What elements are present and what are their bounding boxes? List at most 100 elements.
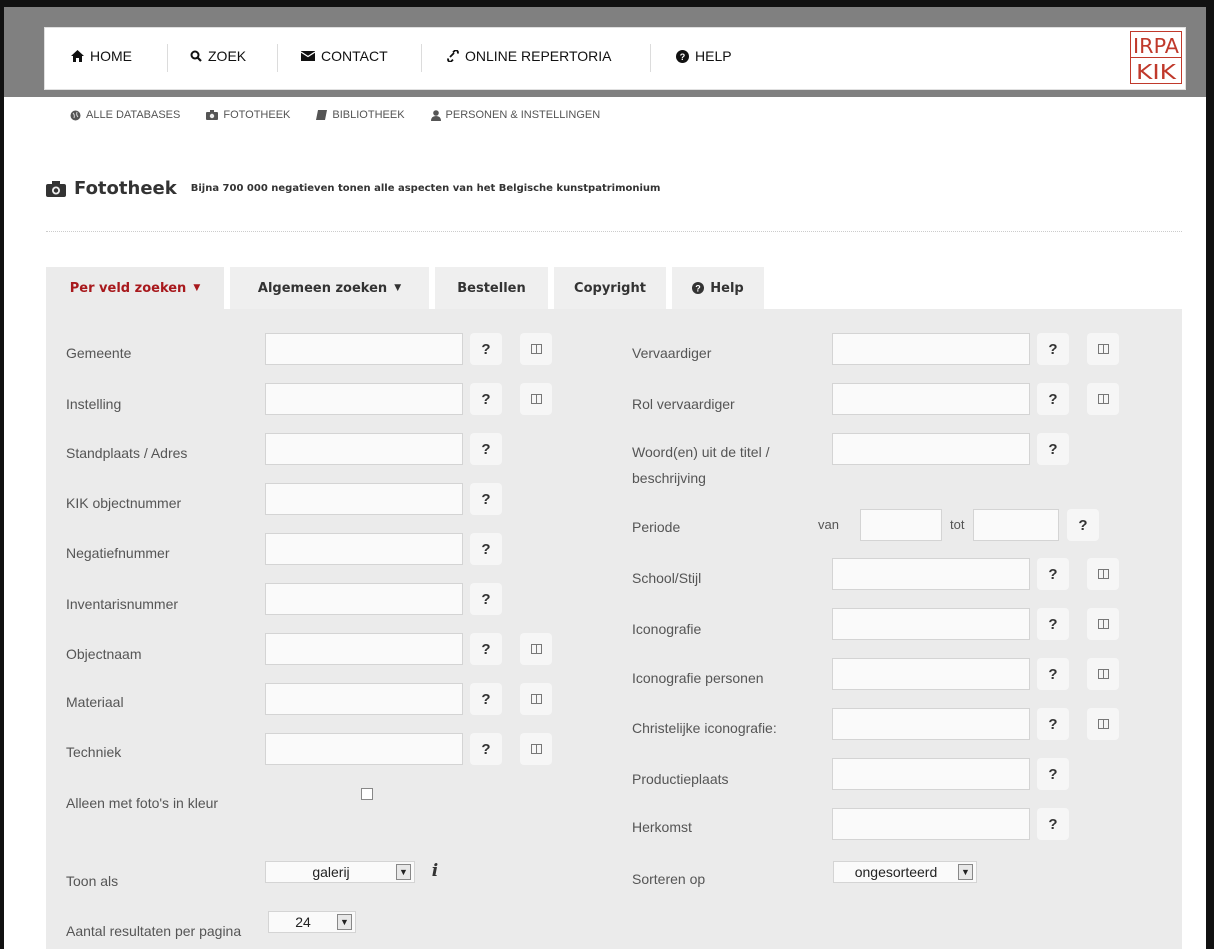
nav-home[interactable]: HOME bbox=[71, 48, 132, 64]
christelijke-help-button[interactable]: ? bbox=[1037, 708, 1069, 740]
periode-van-input[interactable] bbox=[860, 509, 942, 541]
subnav-alle-databases[interactable]: ALLE DATABASES bbox=[70, 109, 180, 121]
gemeente-input[interactable] bbox=[265, 333, 463, 365]
tab-per-veld-label: Per veld zoeken bbox=[69, 280, 187, 296]
christelijke-iconografie-input[interactable] bbox=[832, 708, 1030, 740]
iconografie-thesaurus-button[interactable] bbox=[1087, 608, 1119, 640]
label-kik-objectnummer: KIK objectnummer bbox=[66, 495, 182, 511]
techniek-thesaurus-button[interactable] bbox=[520, 733, 552, 765]
label-rol-vervaardiger: Rol vervaardiger bbox=[632, 396, 735, 412]
woorden-input[interactable] bbox=[832, 433, 1030, 465]
envelope-icon bbox=[301, 51, 315, 61]
iconografie-input[interactable] bbox=[832, 608, 1030, 640]
standplaats-help-button[interactable]: ? bbox=[470, 433, 502, 465]
standplaats-input[interactable] bbox=[265, 433, 463, 465]
nav-separator bbox=[167, 44, 168, 72]
inventaris-help-button[interactable]: ? bbox=[470, 583, 502, 615]
iconografie-personen-thesaurus-button[interactable] bbox=[1087, 658, 1119, 690]
label-toon-als: Toon als bbox=[66, 873, 119, 889]
subnav-personen[interactable]: PERSONEN & INSTELLINGEN bbox=[430, 109, 600, 121]
objectnaam-help-button[interactable]: ? bbox=[470, 633, 502, 665]
frame-left-edge bbox=[0, 0, 4, 949]
nav-help[interactable]: ? HELP bbox=[676, 48, 732, 64]
tab-algemeen-zoeken[interactable]: Algemeen zoeken ▼ bbox=[230, 267, 429, 309]
kleur-checkbox[interactable] bbox=[361, 788, 373, 800]
thesaurus-book-icon bbox=[530, 644, 542, 654]
rol-vervaardiger-input[interactable] bbox=[832, 383, 1030, 415]
thesaurus-book-icon bbox=[1097, 719, 1109, 729]
thesaurus-book-icon bbox=[530, 744, 542, 754]
irpa-kik-logo[interactable]: IRPA KIK bbox=[1130, 31, 1182, 84]
nav-separator bbox=[277, 44, 278, 72]
label-objectnaam: Objectnaam bbox=[66, 646, 142, 662]
search-icon bbox=[190, 50, 202, 62]
page-subtitle: Bijna 700 000 negatieven tonen alle aspe… bbox=[190, 183, 661, 194]
school-stijl-input[interactable] bbox=[832, 558, 1030, 590]
iconografie-personen-help-button[interactable]: ? bbox=[1037, 658, 1069, 690]
caret-down-icon: ▼ bbox=[193, 283, 201, 293]
toon-als-value: galerij bbox=[312, 864, 350, 880]
school-thesaurus-button[interactable] bbox=[1087, 558, 1119, 590]
tab-copyright[interactable]: Copyright bbox=[554, 267, 666, 309]
techniek-help-button[interactable]: ? bbox=[470, 733, 502, 765]
label-standplaats: Standplaats / Adres bbox=[66, 445, 188, 461]
materiaal-thesaurus-button[interactable] bbox=[520, 683, 552, 715]
thesaurus-book-icon bbox=[1097, 569, 1109, 579]
periode-tot-input[interactable] bbox=[973, 509, 1059, 541]
tab-help[interactable]: ? Help bbox=[672, 267, 764, 309]
thesaurus-book-icon bbox=[1097, 619, 1109, 629]
vervaardiger-help-button[interactable]: ? bbox=[1037, 333, 1069, 365]
materiaal-input[interactable] bbox=[265, 683, 463, 715]
instelling-input[interactable] bbox=[265, 383, 463, 415]
label-woorden-line2: beschrijving bbox=[632, 470, 706, 486]
toon-als-select[interactable]: galerij ▼ bbox=[265, 861, 415, 883]
productieplaats-help-button[interactable]: ? bbox=[1037, 758, 1069, 790]
subnav-fototheek[interactable]: FOTOTHEEK bbox=[206, 109, 290, 121]
label-negatiefnummer: Negatiefnummer bbox=[66, 545, 170, 561]
school-help-button[interactable]: ? bbox=[1037, 558, 1069, 590]
instelling-help-button[interactable]: ? bbox=[470, 383, 502, 415]
kik-objectnummer-input[interactable] bbox=[265, 483, 463, 515]
techniek-input[interactable] bbox=[265, 733, 463, 765]
productieplaats-input[interactable] bbox=[832, 758, 1030, 790]
objectnaam-input[interactable] bbox=[265, 633, 463, 665]
vervaardiger-input[interactable] bbox=[832, 333, 1030, 365]
label-christelijke-iconografie: Christelijke iconografie: bbox=[632, 720, 777, 736]
nav-contact[interactable]: CONTACT bbox=[301, 48, 388, 64]
vervaardiger-thesaurus-button[interactable] bbox=[1087, 333, 1119, 365]
herkomst-help-button[interactable]: ? bbox=[1037, 808, 1069, 840]
tab-bestellen[interactable]: Bestellen bbox=[435, 267, 548, 309]
iconografie-personen-input[interactable] bbox=[832, 658, 1030, 690]
main-nav: HOME ZOEK CONTACT ONLINE REPERTORIA ? HE… bbox=[44, 27, 1186, 90]
christelijke-thesaurus-button[interactable] bbox=[1087, 708, 1119, 740]
sub-nav: ALLE DATABASES FOTOTHEEK BIBLIOTHEEK PER… bbox=[70, 109, 626, 121]
thesaurus-book-icon bbox=[1097, 344, 1109, 354]
nav-zoek[interactable]: ZOEK bbox=[190, 48, 246, 64]
objectnaam-thesaurus-button[interactable] bbox=[520, 633, 552, 665]
nav-online-repertoria[interactable]: ONLINE REPERTORIA bbox=[447, 48, 612, 64]
woorden-help-button[interactable]: ? bbox=[1037, 433, 1069, 465]
instelling-thesaurus-button[interactable] bbox=[520, 383, 552, 415]
label-van: van bbox=[818, 517, 839, 532]
kik-help-button[interactable]: ? bbox=[470, 483, 502, 515]
rol-help-button[interactable]: ? bbox=[1037, 383, 1069, 415]
materiaal-help-button[interactable]: ? bbox=[470, 683, 502, 715]
rol-thesaurus-button[interactable] bbox=[1087, 383, 1119, 415]
info-icon[interactable]: i bbox=[424, 859, 446, 883]
iconografie-help-button[interactable]: ? bbox=[1037, 608, 1069, 640]
negatiefnummer-input[interactable] bbox=[265, 533, 463, 565]
tab-per-veld-zoeken[interactable]: Per veld zoeken ▼ bbox=[46, 267, 224, 309]
periode-help-button[interactable]: ? bbox=[1067, 509, 1099, 541]
gemeente-thesaurus-button[interactable] bbox=[520, 333, 552, 365]
subnav-bibliotheek-label: BIBLIOTHEEK bbox=[332, 109, 405, 121]
label-instelling: Instelling bbox=[66, 396, 122, 412]
gemeente-help-button[interactable]: ? bbox=[470, 333, 502, 365]
subnav-bibliotheek[interactable]: BIBLIOTHEEK bbox=[316, 109, 405, 121]
aantal-value: 24 bbox=[295, 914, 311, 930]
herkomst-input[interactable] bbox=[832, 808, 1030, 840]
sorteren-select[interactable]: ongesorteerd ▼ bbox=[833, 861, 977, 883]
aantal-select[interactable]: 24 ▼ bbox=[268, 911, 356, 933]
thesaurus-book-icon bbox=[1097, 394, 1109, 404]
inventarisnummer-input[interactable] bbox=[265, 583, 463, 615]
negatief-help-button[interactable]: ? bbox=[470, 533, 502, 565]
